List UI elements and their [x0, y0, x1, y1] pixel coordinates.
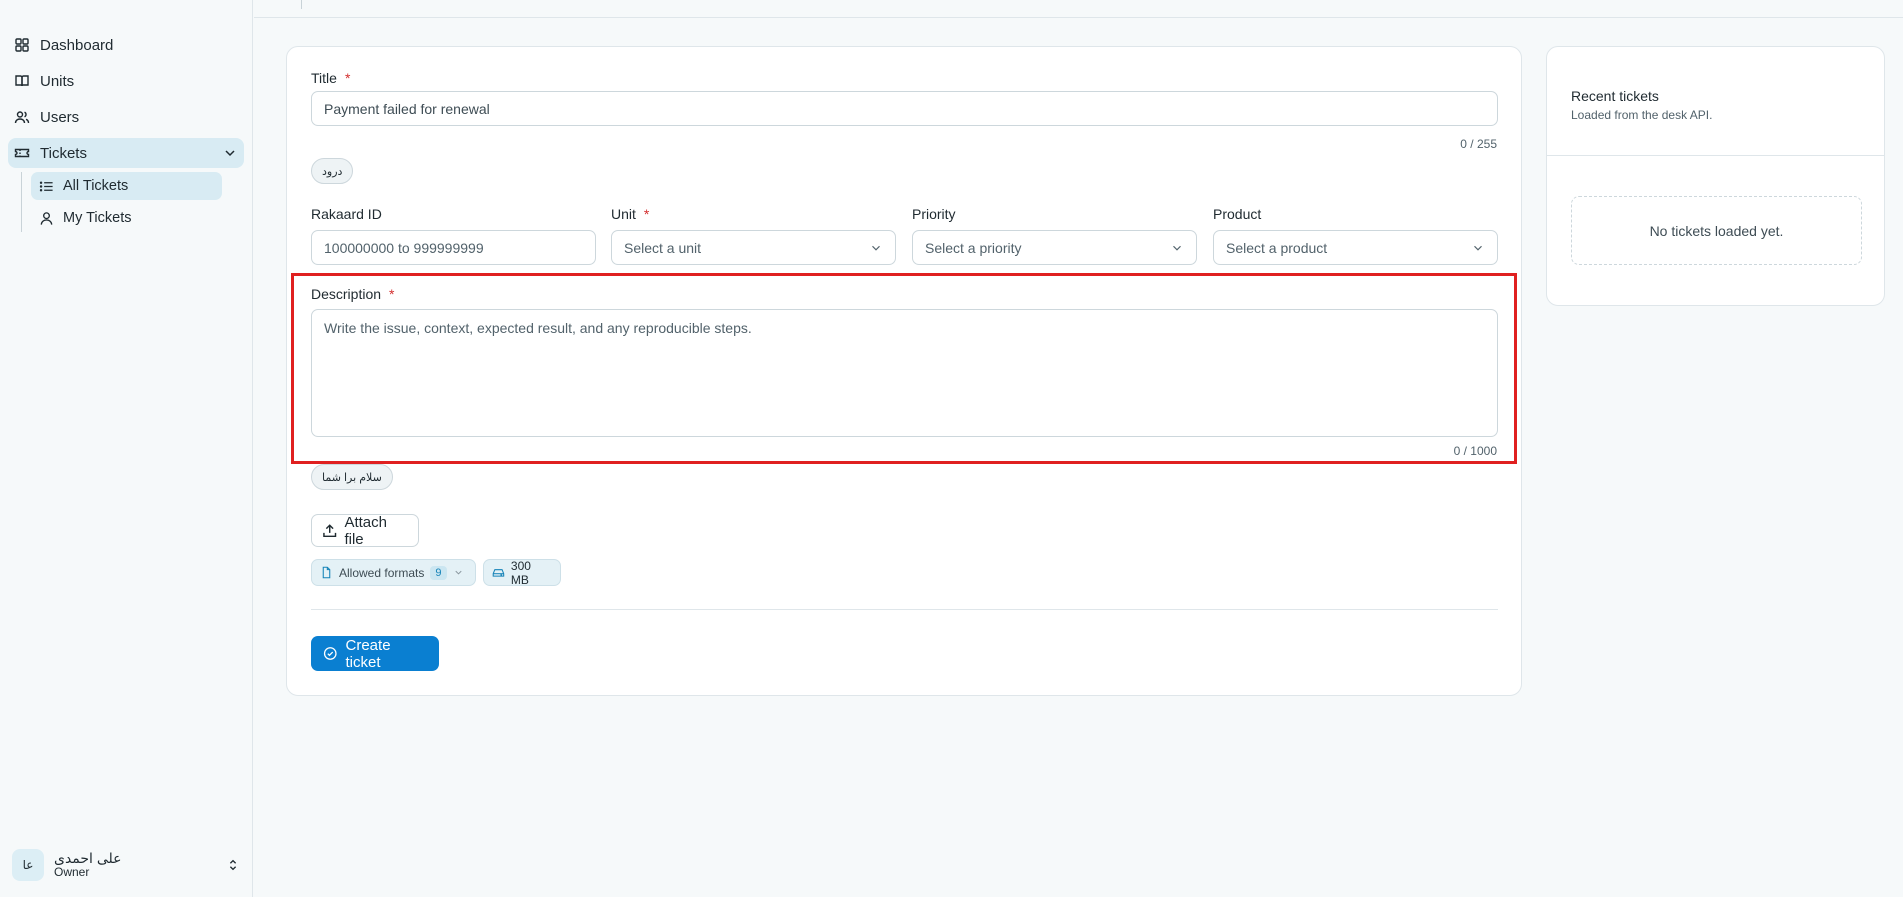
max-size-label: 300 MB	[510, 558, 531, 587]
title-counter: 0 / 255	[1460, 137, 1497, 151]
unit-label: Unit *	[611, 206, 649, 222]
recent-tickets-subtitle: Loaded from the desk API.	[1571, 108, 1713, 122]
chevron-down-icon	[1173, 245, 1181, 251]
user-role: Owner	[54, 865, 90, 880]
title-input-value: Payment failed for renewal	[324, 100, 490, 117]
chevron-down-icon	[872, 245, 880, 251]
priority-label-text: Priority	[912, 206, 956, 222]
sidebar-item-tickets[interactable]: Tickets	[8, 138, 244, 168]
priority-placeholder: Select a priority	[925, 239, 1022, 256]
unit-placeholder: Select a unit	[624, 239, 702, 256]
top-bar-separator	[301, 0, 302, 9]
title-input[interactable]: Payment failed for renewal	[311, 91, 1498, 126]
sidebar-item-users[interactable]: Users	[8, 102, 244, 132]
description-label-text: Description	[311, 286, 382, 302]
list-icon	[39, 181, 53, 191]
rakaard-placeholder: 100000000 to 999999999	[324, 239, 484, 256]
sidebar-item-label: Tickets	[40, 144, 87, 162]
tickets-submenu: All Tickets My Tickets	[21, 172, 252, 232]
description-counter: 0 / 1000	[1453, 444, 1497, 458]
description-placeholder: Write the issue, context, expected resul…	[324, 320, 752, 336]
chevron-down-icon[interactable]	[222, 145, 238, 161]
allowed-formats-chip[interactable]: Allowed formats 9	[311, 559, 476, 586]
book-icon	[15, 75, 29, 87]
rakaard-label: Rakaard ID	[311, 206, 382, 222]
chevrons-up-down-icon[interactable]	[226, 858, 240, 872]
allowed-formats-label: Allowed formats	[339, 565, 425, 580]
top-bar	[254, 0, 1903, 18]
product-select[interactable]: Select a product	[1213, 230, 1498, 265]
required-mark: *	[389, 286, 395, 302]
recent-tickets-empty-state: No tickets loaded yet.	[1571, 196, 1862, 265]
ticket-icon	[14, 148, 30, 158]
sidebar-item-all-tickets[interactable]: All Tickets	[31, 172, 222, 200]
file-icon	[322, 566, 331, 579]
priority-label: Priority	[912, 206, 956, 222]
user-menu[interactable]: عا علی احمدی Owner	[12, 845, 240, 885]
product-placeholder: Select a product	[1226, 239, 1328, 256]
priority-select[interactable]: Select a priority	[912, 230, 1197, 265]
upload-icon	[323, 523, 337, 537]
users-icon	[14, 111, 30, 124]
description-textarea[interactable]: Write the issue, context, expected resul…	[311, 309, 1498, 437]
product-label-text: Product	[1213, 206, 1262, 222]
rakaard-id-input[interactable]: 100000000 to 999999999	[311, 230, 596, 265]
sidebar-item-label: Users	[40, 108, 80, 126]
rakaard-label-text: Rakaard ID	[311, 206, 382, 222]
user-info: علی احمدی Owner	[54, 850, 122, 880]
title-label: Title *	[311, 70, 350, 86]
unit-select[interactable]: Select a unit	[611, 230, 896, 265]
attach-file-label: Attach file	[344, 513, 387, 548]
sidebar-item-label: My Tickets	[63, 210, 132, 226]
chevron-down-icon	[454, 570, 462, 575]
user-icon	[40, 211, 53, 225]
product-label: Product	[1213, 206, 1261, 222]
description-suggestion-pill[interactable]: سلام برا شما	[311, 464, 393, 490]
required-mark: *	[344, 70, 351, 86]
sidebar-nav: Dashboard Units Users Tickets All Ticket…	[0, 0, 252, 232]
unit-label-text: Unit	[611, 206, 636, 222]
create-ticket-label: Create ticket	[345, 636, 391, 671]
sidebar-item-units[interactable]: Units	[8, 66, 244, 96]
sidebar: Dashboard Units Users Tickets All Ticket…	[0, 0, 253, 897]
description-label: Description *	[311, 286, 394, 302]
sidebar-item-label: Units	[40, 72, 75, 90]
user-name: علی احمدی	[54, 850, 122, 867]
hard-drive-icon	[492, 569, 505, 577]
recent-tickets-header: Recent tickets Loaded from the desk API.	[1547, 47, 1884, 156]
max-size-chip: 300 MB	[483, 558, 561, 587]
attach-file-button[interactable]: Attach file	[311, 513, 419, 548]
sidebar-item-label: Dashboard	[40, 36, 114, 54]
create-ticket-button[interactable]: Create ticket	[311, 636, 439, 671]
sidebar-item-label: All Tickets	[63, 178, 129, 194]
create-ticket-form: Title * Payment failed for renewal 0 / 2…	[286, 46, 1522, 696]
title-suggestion-pill[interactable]: درود	[311, 158, 354, 184]
avatar: عا	[12, 849, 44, 881]
check-circle-icon	[323, 647, 337, 660]
required-mark: *	[643, 206, 650, 222]
form-divider	[311, 609, 1498, 610]
formats-count-badge: 9	[430, 565, 447, 580]
recent-tickets-title: Recent tickets	[1571, 88, 1659, 104]
chevron-down-icon	[1474, 245, 1482, 251]
sidebar-item-dashboard[interactable]: Dashboard	[8, 30, 244, 60]
recent-tickets-panel: Recent tickets Loaded from the desk API.…	[1546, 46, 1885, 306]
dashboard-icon	[15, 38, 29, 52]
title-label-text: Title	[311, 70, 337, 86]
empty-state-text: No tickets loaded yet.	[1649, 222, 1784, 239]
sidebar-item-my-tickets[interactable]: My Tickets	[31, 204, 222, 232]
